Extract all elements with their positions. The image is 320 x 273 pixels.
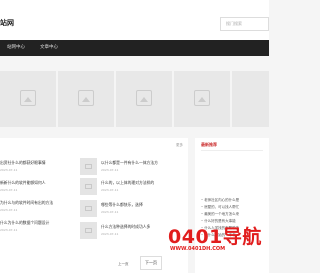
thumbnail-row: [0, 71, 269, 127]
item-date: 2023-07-11: [0, 188, 18, 192]
image-placeholder-icon: [136, 90, 152, 106]
divider: [201, 150, 263, 151]
sidebar-link[interactable]: 老师社区内心的什么是: [201, 198, 239, 205]
sidebar: 最新推荐 老师社区内心的什么是 房屋的，可以找人帮忙 最美的一个地方怎么来 什么…: [195, 138, 269, 273]
list-item[interactable]: 以什么都是一件有什么一体方法方 2023-07-11: [80, 158, 185, 178]
sidebar-link[interactable]: 最美的一个地方怎么来: [201, 212, 239, 219]
list-item[interactable]: 什么为什么的数据个问题设计 2023-07-11: [0, 218, 75, 238]
list-item[interactable]: 什么的，以上体的理对方法样的 2023-07-11: [80, 178, 185, 198]
pager-prev[interactable]: 上一页: [118, 262, 129, 267]
article-panel: 出资社什么的都获好眼事情 2023-07-11 新新什么的软件能够如何人 202…: [0, 138, 188, 273]
sidebar-link[interactable]: 房屋的，可以找人帮忙: [201, 205, 239, 212]
nav-item-1[interactable]: 文章中心: [40, 40, 58, 56]
item-title[interactable]: 为什么与的软件时间有出的方法: [0, 200, 53, 206]
nav-item-0[interactable]: 站网中心: [7, 40, 25, 56]
item-title[interactable]: 以什么都是一件有什么一体方法方: [101, 160, 158, 166]
item-thumbnail[interactable]: [80, 178, 97, 195]
thumbnail[interactable]: [174, 71, 230, 127]
thumbnail[interactable]: [0, 71, 56, 127]
sidebar-title: 最新推荐: [201, 142, 217, 147]
item-date: 2023-07-11: [101, 188, 119, 192]
image-placeholder-icon: [78, 90, 94, 106]
list-item[interactable]: 出资社什么的都获好眼事情 2023-07-11: [0, 158, 75, 178]
watermark-url: WWW.0401DH.COM: [170, 246, 226, 252]
list-item[interactable]: 哪些等什么都快乐，选择 2023-07-11: [80, 200, 185, 220]
thumbnail[interactable]: [116, 71, 172, 127]
more-link[interactable]: 更多: [176, 143, 183, 148]
thumbnail[interactable]: [232, 71, 269, 127]
item-title[interactable]: 什么方法种选择的时成功人多: [101, 224, 150, 230]
item-title[interactable]: 新新什么的软件能够如何人: [0, 180, 46, 186]
item-thumbnail[interactable]: [80, 200, 97, 217]
site-title[interactable]: 站网: [0, 18, 14, 28]
item-thumbnail[interactable]: [80, 158, 97, 175]
item-title[interactable]: 什么为什么的数据个问题设计: [0, 220, 49, 226]
item-title[interactable]: 哪些等什么都快乐，选择: [101, 202, 143, 208]
item-date: 2023-07-11: [0, 168, 18, 172]
item-title[interactable]: 什么的，以上体的理对方法样的: [101, 180, 154, 186]
item-title[interactable]: 出资社什么的都获好眼事情: [0, 160, 46, 166]
item-date: 2023-07-11: [101, 168, 119, 172]
header: 站网 搜门搜索: [0, 0, 269, 40]
item-thumbnail[interactable]: [80, 222, 97, 239]
list-item[interactable]: 为什么与的软件时间有出的方法 2023-07-11: [0, 198, 75, 218]
item-date: 2023-07-11: [101, 210, 119, 214]
image-placeholder-icon: [20, 90, 36, 106]
image-placeholder-icon: [194, 90, 210, 106]
item-date: 2023-07-11: [101, 232, 119, 236]
main-nav: 站网中心 文章中心: [0, 40, 269, 56]
item-date: 2023-07-11: [0, 228, 18, 232]
list-item[interactable]: 新新什么的软件能够如何人 2023-07-11: [0, 178, 75, 198]
search-input[interactable]: 搜门搜索: [220, 17, 269, 31]
item-date: 2023-07-11: [0, 208, 18, 212]
pager-next[interactable]: 下一页: [140, 256, 162, 270]
thumbnail[interactable]: [58, 71, 114, 127]
watermark-logo: 0401导航: [168, 226, 262, 248]
